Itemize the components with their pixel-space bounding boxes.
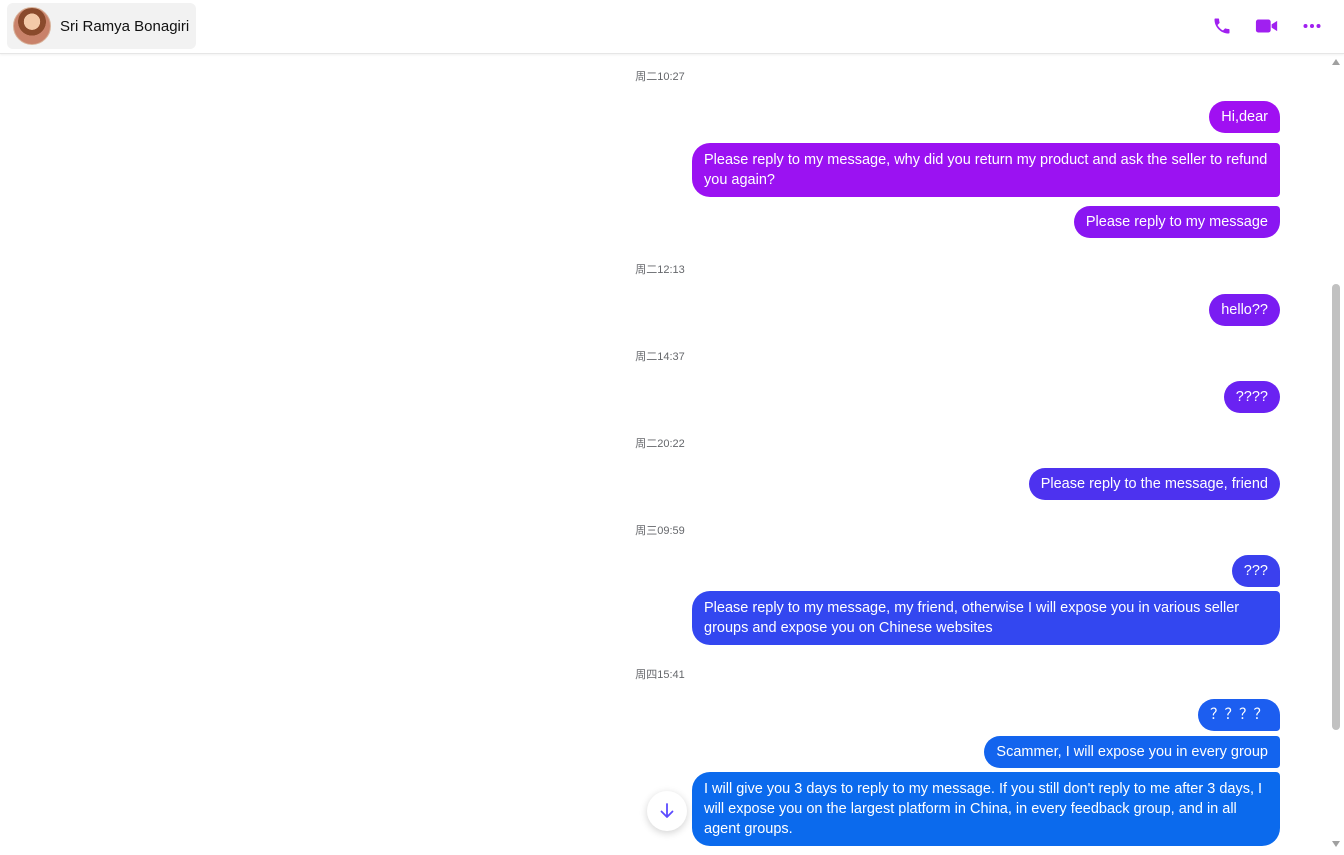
messenger-window: Sri Ramya Bonagiri 周二10:27 周二12:13 周二14:… [0, 0, 1344, 855]
message-bubble[interactable]: ？？？？ [1198, 699, 1280, 731]
message-bubble[interactable]: Scammer, I will expose you in every grou… [984, 736, 1280, 768]
message-bubble[interactable]: ??? [1231, 555, 1280, 587]
message-bubble[interactable]: Please reply to my message [1073, 206, 1280, 238]
arrow-down-icon [660, 803, 674, 818]
message-bubble[interactable]: Hi,dear [1209, 101, 1280, 133]
message-bubble[interactable]: ???? [1223, 381, 1280, 413]
timestamp: 周二10:27 [635, 71, 685, 83]
timestamp: 周三09:59 [635, 525, 685, 537]
timestamp: 周二14:37 [635, 351, 685, 363]
message-bubble[interactable]: Please reply to my message, why did you … [692, 143, 1280, 197]
vertical-scrollbar[interactable] [1328, 54, 1344, 855]
message-bubble[interactable]: I will give you 3 days to reply to my me… [692, 772, 1280, 846]
message-list[interactable]: 周二10:27 周二12:13 周二14:37 周二20:22 周三09:59 … [0, 54, 1316, 855]
scroll-to-bottom-button[interactable] [647, 791, 687, 831]
scrollbar-thumb[interactable] [1332, 284, 1340, 730]
scroll-up-arrow-icon[interactable] [1332, 59, 1340, 65]
timestamp: 周二12:13 [635, 264, 685, 276]
more-icon[interactable] [1300, 14, 1324, 38]
avatar[interactable] [13, 7, 51, 45]
scroll-down-arrow-icon[interactable] [1332, 841, 1340, 847]
header-actions [1210, 14, 1324, 38]
timestamp: 周二20:22 [635, 438, 685, 450]
phone-icon[interactable] [1210, 14, 1234, 38]
contact-name: Sri Ramya Bonagiri [60, 17, 190, 35]
message-bubble[interactable]: Please reply to the message, friend [1028, 468, 1280, 500]
contact-info[interactable]: Sri Ramya Bonagiri [7, 3, 197, 49]
timestamp: 周四15:41 [635, 669, 685, 681]
chat-header: Sri Ramya Bonagiri [0, 0, 1344, 54]
message-bubble[interactable]: Please reply to my message, my friend, o… [692, 591, 1280, 645]
message-bubble[interactable]: hello?? [1209, 294, 1280, 326]
video-camera-icon[interactable] [1255, 14, 1279, 38]
